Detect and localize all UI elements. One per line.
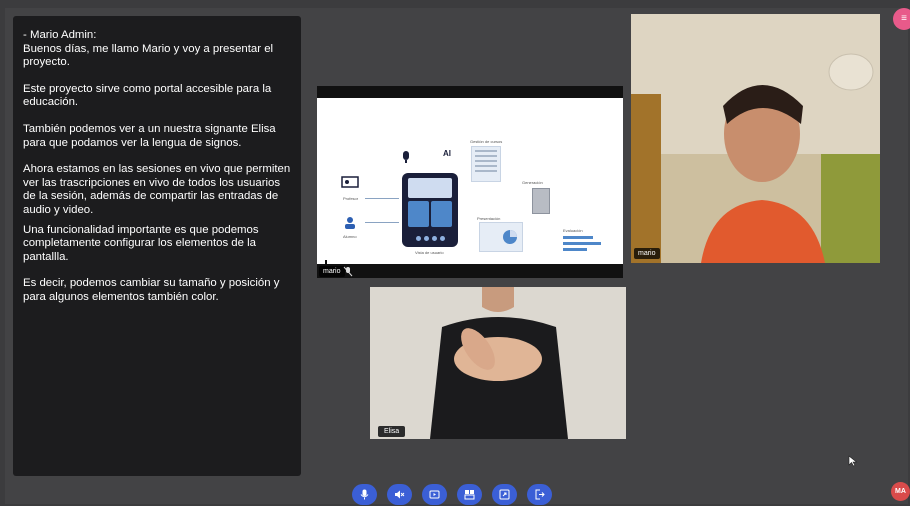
teacher-icon xyxy=(341,176,359,188)
top-label: Gestión de cursos xyxy=(470,139,503,144)
audio-button[interactable] xyxy=(387,484,412,505)
right-label: Generación xyxy=(522,180,543,185)
leave-button[interactable] xyxy=(527,484,552,505)
mario-name-tag: mario xyxy=(634,248,660,259)
microphone-button[interactable] xyxy=(352,484,377,505)
mario-video-tile[interactable]: mario xyxy=(631,14,880,263)
screen-share-icon xyxy=(499,489,510,500)
mouse-cursor-icon xyxy=(848,455,858,467)
connector-line xyxy=(365,222,399,223)
layout-button[interactable] xyxy=(457,484,482,505)
document-illustration xyxy=(471,146,501,182)
elisa-video-tile[interactable]: Elisa xyxy=(370,287,626,439)
microphone-illustration-icon xyxy=(403,151,409,163)
mario-video-feed xyxy=(631,14,880,263)
presenter-name-tag: mario xyxy=(319,266,345,277)
transcript-paragraph: Una funcionalidad importante es que pode… xyxy=(23,223,259,263)
tablet-illustration xyxy=(402,173,458,247)
shared-presentation[interactable]: Profesor Alumno Vista de usuario AI Gest… xyxy=(317,86,623,278)
presentation-footer xyxy=(317,264,623,278)
generated-doc-illustration xyxy=(532,188,550,214)
video-button[interactable] xyxy=(422,484,447,505)
alumno-label: Alumno xyxy=(343,234,357,239)
transcript-panel: - Mario Admin: Buenos días, me llamo Mar… xyxy=(13,16,301,476)
transcript-paragraph: También podemos ver a un nuestra signant… xyxy=(23,122,276,149)
transcript-paragraph: Ahora estamos en las sesiones en vivo qu… xyxy=(23,163,291,216)
exit-icon xyxy=(535,489,545,500)
screen-share-button[interactable] xyxy=(492,484,517,505)
profesor-label: Profesor xyxy=(343,196,359,201)
tablet-label: Vista de usuario xyxy=(415,250,444,255)
presentation-illustration xyxy=(479,222,523,252)
bottom-label: Presentación xyxy=(477,216,501,221)
user-avatar[interactable]: MA xyxy=(891,482,910,501)
transcript-paragraph: - Mario Admin: Buenos días, me llamo Mar… xyxy=(23,29,274,69)
connector-line xyxy=(365,198,399,199)
ai-label: AI xyxy=(443,149,451,158)
elisa-name-tag: Elisa xyxy=(378,426,406,437)
far-right-label: Evaluación xyxy=(563,228,583,233)
elisa-video-feed xyxy=(370,287,626,439)
speaker-muted-icon xyxy=(395,490,405,499)
menu-icon[interactable]: ≡ xyxy=(893,8,910,30)
call-toolbar xyxy=(352,484,552,505)
mic-icon xyxy=(360,489,369,500)
transcript-paragraph: Este proyecto sirve como portal accesibl… xyxy=(23,82,272,109)
evaluation-bars xyxy=(563,236,603,258)
student-icon xyxy=(345,217,355,229)
layout-icon xyxy=(464,490,475,500)
mic-off-icon xyxy=(343,266,353,277)
video-icon xyxy=(429,490,440,499)
transcript-paragraph: Es decir, podemos cambiar su tamaño y po… xyxy=(23,277,280,303)
